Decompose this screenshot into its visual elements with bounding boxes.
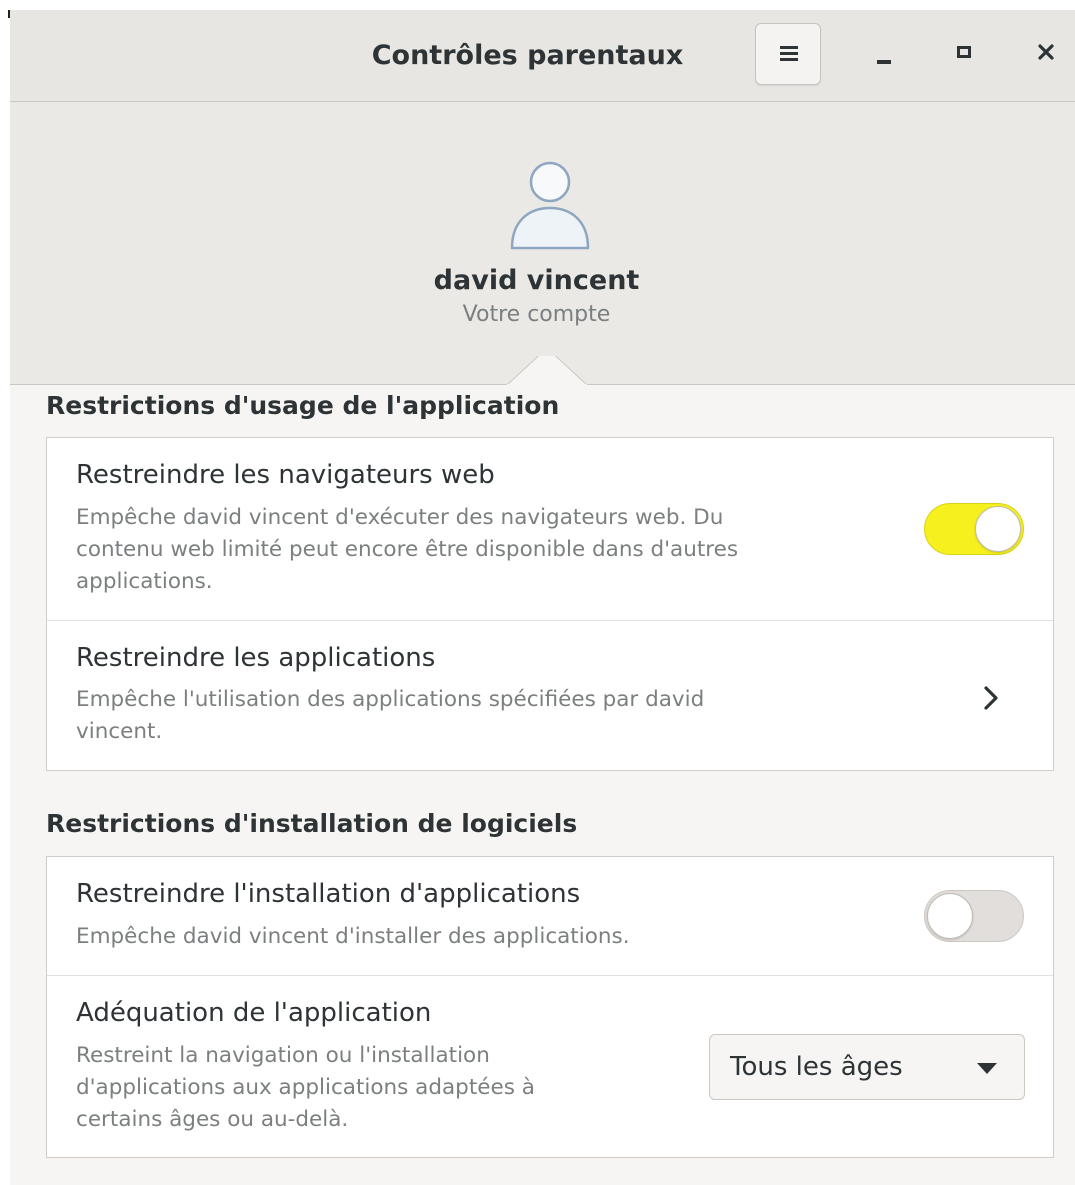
row-description: Empêche david vincent d'installer des ap… [76,924,630,949]
window-title: Contrôles parentaux [371,40,684,71]
header-bar: Contrôles parentaux [10,10,1075,102]
user-header: david vincent Votre compte [10,102,1075,386]
close-button[interactable] [1022,30,1068,76]
chevron-right-icon [984,686,998,710]
dropdown-value: Tous les âges [730,1052,903,1082]
section-heading-app-usage: Restrictions d'usage de l'application [46,391,560,420]
section-heading-software-install: Restrictions d'installation de logiciels [46,809,578,838]
list-item-restrict-browsers[interactable]: Restreindre les navigateurs web Empêche … [47,438,1053,620]
list-item-restrict-installation[interactable]: Restreindre l'installation d'application… [47,857,1053,975]
maximize-icon [957,46,971,58]
app-usage-list: Restreindre les navigateurs web Empêche … [46,437,1054,771]
row-title: Restreindre les applications [76,643,436,673]
restrict-browsers-switch[interactable] [924,503,1024,555]
parental-controls-window: Contrôles parentaux david vincent Votre … [10,10,1075,1185]
age-rating-dropdown[interactable]: Tous les âges [709,1034,1025,1100]
restrict-installation-switch[interactable] [924,890,1024,942]
user-subtitle: Votre compte [462,302,611,327]
minimize-icon [877,60,891,64]
row-description: Empêche david vincent d'exécuter des nav… [76,505,739,594]
switch-knob [927,893,973,939]
list-item-app-suitability: Adéquation de l'application Restreint la… [47,975,1053,1158]
switch-knob [975,506,1021,552]
row-title: Adéquation de l'application [76,998,432,1028]
row-title: Restreindre l'installation d'application… [76,879,581,909]
row-title: Restreindre les navigateurs web [76,460,495,490]
selection-pointer [507,356,587,386]
close-icon [1038,44,1054,60]
main-menu-button[interactable] [755,23,821,85]
chevron-down-icon [977,1063,997,1074]
minimize-button[interactable] [862,30,908,76]
maximize-button[interactable] [942,30,988,76]
row-description: Restreint la navigation ou l'installatio… [76,1043,535,1132]
user-name: david vincent [433,265,640,296]
list-item-restrict-applications[interactable]: Restreindre les applications Empêche l'u… [47,620,1053,771]
row-description: Empêche l'utilisation des applications s… [76,687,705,744]
hamburger-menu-icon [780,46,798,62]
user-avatar-icon [510,161,590,250]
software-install-list: Restreindre l'installation d'application… [46,856,1054,1158]
